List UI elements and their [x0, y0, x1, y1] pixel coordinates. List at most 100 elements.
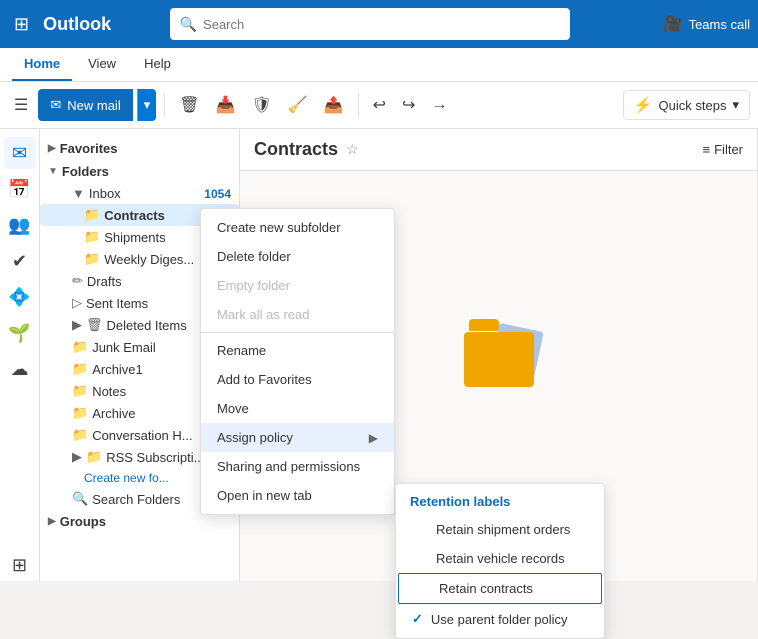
app-name: Outlook [43, 14, 111, 35]
filter-label: Filter [714, 142, 743, 157]
search-folders-icon: 🔍 [72, 491, 88, 507]
sweep-button[interactable]: 🧹 [282, 91, 314, 119]
mail-icon: ✉ [50, 97, 61, 113]
video-icon: 🎥 [663, 14, 683, 34]
sent-label: Sent Items [86, 296, 148, 311]
tab-help[interactable]: Help [132, 48, 183, 81]
context-menu: Create new subfolder Delete folder Empty… [200, 208, 395, 515]
folder-inbox[interactable]: ▼ Inbox 1054 [40, 183, 239, 204]
submenu-parent-check-icon: ✓ [412, 611, 423, 627]
quick-steps-label: Quick steps [659, 98, 727, 113]
favorites-header[interactable]: ▶ Favorites [40, 137, 239, 160]
submenu-retain-contracts[interactable]: Retain contracts [398, 573, 602, 604]
inbox-label: Inbox [89, 186, 121, 201]
nav-apps-icon[interactable]: 🌱 [4, 317, 36, 349]
search-input[interactable] [203, 17, 560, 32]
ribbon: Home View Help ☰ ✉ New mail ▾ 🗑 📥 🛡 🧹 📤 … [0, 48, 758, 129]
submenu-parent-label: Use parent folder policy [431, 612, 568, 627]
new-mail-button[interactable]: ✉ New mail [38, 89, 132, 121]
ribbon-separator-2 [358, 93, 359, 117]
new-mail-dropdown-button[interactable]: ▾ [137, 89, 157, 121]
drafts-label: Drafts [87, 274, 122, 289]
drafts-icon: ✏ [72, 273, 83, 289]
weekly-digest-label: Weekly Diges... [104, 252, 194, 267]
archive1-icon: 📁 [72, 361, 88, 377]
delete-button[interactable]: 🗑 [173, 91, 205, 119]
quick-steps-button[interactable]: ⚡ Quick steps ▾ [623, 90, 750, 120]
assign-policy-submenu: Retention labels Retain shipment orders … [395, 483, 605, 639]
tab-view[interactable]: View [76, 48, 128, 81]
menu-assign-policy[interactable]: Assign policy ▶ [201, 423, 394, 452]
search-box[interactable]: 🔍 [170, 8, 570, 40]
conversation-label: Conversation H... [92, 428, 192, 443]
menu-open-new-tab[interactable]: Open in new tab [201, 481, 394, 510]
deleted-label: Deleted Items [107, 318, 187, 333]
collapse-nav-button[interactable]: ☰ [8, 91, 34, 119]
groups-label: Groups [60, 514, 106, 529]
rss-icon: 📁 [86, 449, 102, 465]
ribbon-tabs: Home View Help [0, 48, 758, 82]
menu-create-subfolder[interactable]: Create new subfolder [201, 213, 394, 242]
nav-people-icon[interactable]: 👥 [4, 209, 36, 241]
submenu-use-parent-policy[interactable]: ✓ Use parent folder policy [396, 604, 604, 634]
inbox-count: 1054 [204, 187, 231, 201]
deleted-icon: ▶ [72, 317, 82, 333]
star-icon[interactable]: ☆ [346, 141, 359, 158]
menu-rename[interactable]: Rename [201, 336, 394, 365]
menu-add-favorites[interactable]: Add to Favorites [201, 365, 394, 394]
quick-steps-chevron-icon: ▾ [732, 97, 739, 113]
submenu-shipment-label: Retain shipment orders [436, 522, 570, 537]
notes-icon: 📁 [72, 383, 88, 399]
shipments-folder-icon: 📁 [84, 229, 100, 245]
folder-tab-graphic [469, 319, 499, 331]
teams-call-button[interactable]: 🎥 Teams call [663, 14, 750, 34]
contracts-label: Contracts [104, 208, 165, 223]
favorites-label: Favorites [60, 141, 118, 156]
menu-separator-1 [201, 332, 394, 333]
redo-button[interactable]: → [425, 92, 453, 118]
nav-calendar-icon[interactable]: 📅 [4, 173, 36, 205]
nav-cloud-icon[interactable]: ☁ [4, 353, 36, 385]
nav-tasks-icon[interactable]: ✔ [4, 245, 36, 277]
weekly-digest-icon: 📁 [84, 251, 100, 267]
topbar: ⊞ Outlook 🔍 🎥 Teams call [0, 0, 758, 48]
contracts-folder-icon: 📁 [84, 207, 100, 223]
conversation-icon: 📁 [72, 427, 88, 443]
submenu-retain-vehicle[interactable]: Retain vehicle records [396, 544, 604, 573]
undo-button[interactable]: ↩ [367, 91, 392, 119]
shipments-label: Shipments [104, 230, 165, 245]
archive-icon: 📁 [72, 405, 88, 421]
nav-teams-icon[interactable]: 💠 [4, 281, 36, 313]
app-grid-icon[interactable]: ⊞ [8, 8, 35, 41]
search-folders-label: Search Folders [92, 492, 180, 507]
nav-mail-icon[interactable]: ✉ [4, 137, 36, 169]
groups-arrow-icon: ▶ [48, 516, 56, 527]
email-pane-header: Contracts ☆ ≡ Filter [240, 129, 757, 171]
ribbon-separator-1 [164, 93, 165, 117]
submenu-contracts-label: Retain contracts [439, 581, 533, 596]
menu-mark-all-read: Mark all as read [201, 300, 394, 329]
folder-title: Contracts [254, 139, 338, 160]
menu-sharing-permissions[interactable]: Sharing and permissions [201, 452, 394, 481]
junk-label: Junk Email [92, 340, 156, 355]
tab-home[interactable]: Home [12, 48, 72, 81]
archive-button[interactable]: 📥 [210, 91, 242, 119]
folders-arrow-icon: ▼ [48, 166, 58, 177]
new-mail-label: New mail [67, 98, 120, 113]
ribbon-actions: ☰ ✉ New mail ▾ 🗑 📥 🛡 🧹 📤 ↩ ↪ → ⚡ Quick s… [0, 82, 758, 128]
filter-button[interactable]: ≡ Filter [703, 142, 743, 157]
menu-delete-folder[interactable]: Delete folder [201, 242, 394, 271]
lightning-icon: ⚡ [634, 96, 653, 114]
submenu-vehicle-label: Retain vehicle records [436, 551, 565, 566]
rss-label: RSS Subscripti... [106, 450, 204, 465]
report-button[interactable]: 🛡 [245, 91, 277, 119]
submenu-retain-shipment[interactable]: Retain shipment orders [396, 515, 604, 544]
menu-empty-folder: Empty folder [201, 271, 394, 300]
junk-icon: 📁 [72, 339, 88, 355]
folders-header[interactable]: ▼ Folders [40, 160, 239, 183]
menu-move[interactable]: Move [201, 394, 394, 423]
nav-grid-icon[interactable]: ⊞ [4, 549, 36, 581]
undo2-button[interactable]: ↪ [396, 91, 421, 119]
retention-labels-header: Retention labels [410, 494, 510, 509]
move-to-button[interactable]: 📤 [318, 91, 350, 119]
